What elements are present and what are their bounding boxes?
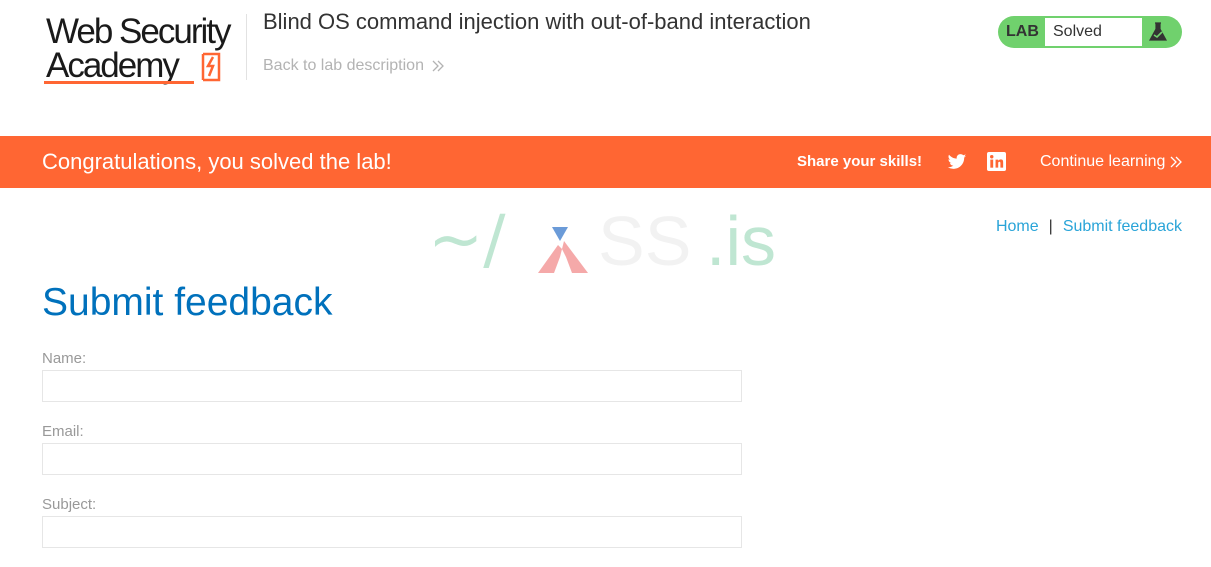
- continue-learning-label: Continue learning: [1040, 153, 1166, 170]
- lightning-icon: [201, 52, 221, 82]
- share-skills-label: Share your skills!: [797, 153, 923, 170]
- email-label: Email:: [42, 423, 84, 440]
- name-field[interactable]: [42, 370, 742, 402]
- status-box: Solved: [1045, 18, 1142, 46]
- status-text: Solved: [1053, 23, 1102, 40]
- watermark-suffix: .is: [706, 202, 776, 280]
- chevron-double-right-icon: [432, 60, 444, 72]
- congratulations-banner: Congratulations, you solved the lab! Sha…: [0, 136, 1211, 188]
- web-security-academy-logo[interactable]: Web Security Academy: [44, 12, 244, 88]
- logo-line1: Web Security: [46, 12, 231, 51]
- continue-learning-link[interactable]: Continue learning: [1040, 136, 1183, 188]
- logo-line2: Academy: [46, 46, 180, 85]
- breadcrumb-nav: Home | Submit feedback: [996, 218, 1182, 236]
- watermark-prefix: ~/: [428, 201, 506, 278]
- nav-submit-feedback-link[interactable]: Submit feedback: [1063, 218, 1182, 235]
- watermark-middle: SS: [598, 202, 692, 280]
- twitter-icon[interactable]: [947, 152, 967, 172]
- flask-icon: [1148, 22, 1168, 41]
- page-title: Submit feedback: [42, 281, 333, 324]
- lab-status-badge: LAB Solved: [998, 16, 1182, 48]
- lab-label: LAB: [1006, 23, 1039, 40]
- watermark: ~/ SS .is: [428, 199, 788, 280]
- linkedin-icon[interactable]: [987, 152, 1006, 171]
- congratulations-message: Congratulations, you solved the lab!: [42, 149, 392, 174]
- name-label: Name:: [42, 350, 87, 367]
- header-divider: [246, 14, 247, 80]
- nav-separator: |: [1048, 218, 1053, 235]
- email-field[interactable]: [42, 443, 742, 475]
- back-to-lab-description-link[interactable]: Back to lab description: [263, 57, 444, 75]
- lab-title: Blind OS command injection with out-of-b…: [263, 9, 811, 34]
- back-link-label: Back to lab description: [263, 57, 424, 74]
- feedback-form: Name: Email: Subject:: [42, 348, 742, 567]
- logo-underline: [44, 81, 194, 84]
- header: Web Security Academy Blind OS command in…: [0, 0, 1211, 136]
- x-logo-icon: [538, 227, 588, 273]
- nav-home-link[interactable]: Home: [996, 218, 1039, 235]
- chevron-double-right-icon: [1170, 156, 1183, 168]
- subject-field[interactable]: [42, 516, 742, 548]
- subject-label: Subject:: [42, 496, 97, 513]
